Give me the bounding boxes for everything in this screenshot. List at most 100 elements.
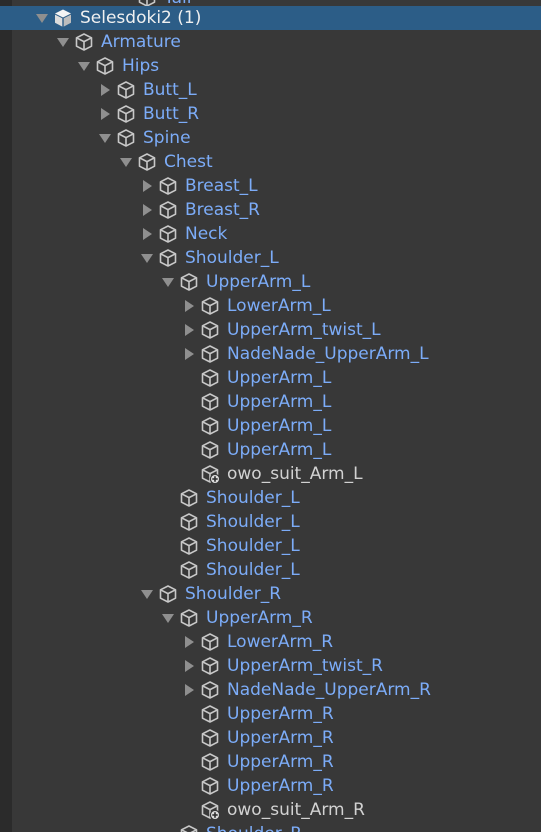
- item-label: Breast_L: [185, 176, 258, 196]
- cube-icon: [74, 32, 94, 52]
- cube-icon: [95, 56, 115, 76]
- hierarchy-item-upperarm-r[interactable]: UpperArm_R: [0, 774, 541, 798]
- cube-icon: [158, 224, 178, 244]
- cube-icon: [158, 248, 178, 268]
- item-label: Shoulder_L: [206, 560, 300, 580]
- triangle-right-icon[interactable]: [181, 318, 197, 342]
- hierarchy-item-shoulder-l[interactable]: Shoulder_L: [0, 558, 541, 582]
- item-label: UpperArm_R: [227, 728, 334, 748]
- item-label: UpperArm_L: [227, 392, 332, 412]
- item-label: Shoulder_R: [206, 822, 302, 832]
- hierarchy-item-shoulder-r[interactable]: Shoulder_R: [0, 822, 541, 832]
- triangle-right-icon[interactable]: [97, 102, 113, 126]
- cube-icon: [200, 776, 220, 796]
- triangle-right-icon[interactable]: [97, 78, 113, 102]
- hierarchy-item-upperarm-r[interactable]: UpperArm_R: [0, 606, 541, 630]
- cube-icon: [179, 824, 199, 832]
- item-label: Butt_R: [143, 104, 200, 124]
- item-label: UpperArm_R: [227, 704, 334, 724]
- cube-icon: [200, 680, 220, 700]
- item-label: UpperArm_twist_L: [227, 320, 381, 340]
- hierarchy-item-shoulder-r[interactable]: Shoulder_R: [0, 582, 541, 606]
- hierarchy-item-upperarm-l[interactable]: UpperArm_L: [0, 390, 541, 414]
- cube-icon: [179, 512, 199, 532]
- hierarchy-item-butt-l[interactable]: Butt_L: [0, 78, 541, 102]
- item-label: Spine: [143, 128, 191, 148]
- cube-icon: [179, 272, 199, 292]
- item-label: UpperArm_L: [206, 272, 311, 292]
- cube-icon: [179, 488, 199, 508]
- item-label: LowerArm_R: [227, 632, 334, 652]
- cube-icon: [179, 560, 199, 580]
- filled-cube-icon: [53, 8, 73, 28]
- triangle-down-icon[interactable]: [55, 30, 71, 54]
- hierarchy-item-armature[interactable]: Armature: [0, 30, 541, 54]
- hierarchy-item-nadenade-upperarm-r[interactable]: NadeNade_UpperArm_R: [0, 678, 541, 702]
- hierarchy-item-upperarm-twist-l[interactable]: UpperArm_twist_L: [0, 318, 541, 342]
- hierarchy-item-lowerarm-l[interactable]: LowerArm_L: [0, 294, 541, 318]
- hierarchy-item-chest[interactable]: Chest: [0, 150, 541, 174]
- item-label: owo_suit_Arm_L: [227, 464, 363, 484]
- hierarchy-item-upperarm-l[interactable]: UpperArm_L: [0, 366, 541, 390]
- hierarchy-item-lowerarm-r[interactable]: LowerArm_R: [0, 630, 541, 654]
- hierarchy-root-row[interactable]: Selesdoki2 (1): [0, 6, 541, 30]
- cube-icon: [200, 632, 220, 652]
- cube-with-plus-icon: [200, 800, 220, 820]
- cube-icon: [200, 344, 220, 364]
- hierarchy-item-shoulder-l[interactable]: Shoulder_L: [0, 510, 541, 534]
- hierarchy-item-upperarm-l[interactable]: UpperArm_L: [0, 270, 541, 294]
- hierarchy-item-shoulder-l[interactable]: Shoulder_L: [0, 534, 541, 558]
- hierarchy-item-upperarm-r[interactable]: UpperArm_R: [0, 750, 541, 774]
- hierarchy-item-upperarm-l[interactable]: UpperArm_L: [0, 414, 541, 438]
- triangle-right-icon[interactable]: [181, 342, 197, 366]
- triangle-down-icon[interactable]: [139, 582, 155, 606]
- hierarchy-item-shoulder-l[interactable]: Shoulder_L: [0, 246, 541, 270]
- triangle-down-icon[interactable]: [160, 606, 176, 630]
- triangle-down-icon[interactable]: [76, 54, 92, 78]
- triangle-right-icon[interactable]: [139, 198, 155, 222]
- hierarchy-item-breast-r[interactable]: Breast_R: [0, 198, 541, 222]
- cube-icon: [116, 104, 136, 124]
- item-label: UpperArm_twist_R: [227, 656, 383, 676]
- hierarchy-item-spine[interactable]: Spine: [0, 126, 541, 150]
- cube-icon: [116, 128, 136, 148]
- item-label: UpperArm_L: [227, 368, 332, 388]
- item-label: Neck: [185, 224, 228, 244]
- cube-icon: [158, 176, 178, 196]
- triangle-down-icon[interactable]: [160, 270, 176, 294]
- hierarchy-item-butt-r[interactable]: Butt_R: [0, 102, 541, 126]
- triangle-right-icon[interactable]: [181, 630, 197, 654]
- hierarchy-item-breast-l[interactable]: Breast_L: [0, 174, 541, 198]
- item-label: Selesdoki2 (1): [80, 8, 202, 28]
- hierarchy-item-neck[interactable]: Neck: [0, 222, 541, 246]
- hierarchy-item-shoulder-l[interactable]: Shoulder_L: [0, 486, 541, 510]
- cube-icon: [158, 584, 178, 604]
- triangle-down-icon[interactable]: [34, 6, 50, 30]
- triangle-right-icon[interactable]: [181, 654, 197, 678]
- item-label: Shoulder_L: [206, 536, 300, 556]
- hierarchy-item-owo-suit-arm-r[interactable]: owo_suit_Arm_R: [0, 798, 541, 822]
- hierarchy-item-upperarm-r[interactable]: UpperArm_R: [0, 726, 541, 750]
- triangle-down-icon[interactable]: [97, 126, 113, 150]
- triangle-down-icon[interactable]: [139, 246, 155, 270]
- hierarchy-item-nadenade-upperarm-l[interactable]: NadeNade_UpperArm_L: [0, 342, 541, 366]
- cube-icon: [200, 440, 220, 460]
- item-label: LowerArm_L: [227, 296, 331, 316]
- cube-icon: [158, 200, 178, 220]
- cube-icon: [200, 728, 220, 748]
- triangle-right-icon[interactable]: [181, 678, 197, 702]
- triangle-right-icon[interactable]: [139, 174, 155, 198]
- triangle-right-icon[interactable]: [181, 294, 197, 318]
- hierarchy-item-upperarm-r[interactable]: UpperArm_R: [0, 702, 541, 726]
- hierarchy-item-owo-suit-arm-l[interactable]: owo_suit_Arm_L: [0, 462, 541, 486]
- hierarchy-item-hips[interactable]: Hips: [0, 54, 541, 78]
- item-label: UpperArm_L: [227, 416, 332, 436]
- triangle-right-icon[interactable]: [139, 222, 155, 246]
- hierarchy-panel[interactable]: TailSelesdoki2 (1)ArmatureHipsButt_LButt…: [0, 0, 541, 832]
- cube-icon: [200, 320, 220, 340]
- hierarchy-item-upperarm-twist-r[interactable]: UpperArm_twist_R: [0, 654, 541, 678]
- item-label: Shoulder_L: [206, 512, 300, 532]
- cube-icon: [179, 536, 199, 556]
- triangle-down-icon[interactable]: [118, 150, 134, 174]
- hierarchy-item-upperarm-l[interactable]: UpperArm_L: [0, 438, 541, 462]
